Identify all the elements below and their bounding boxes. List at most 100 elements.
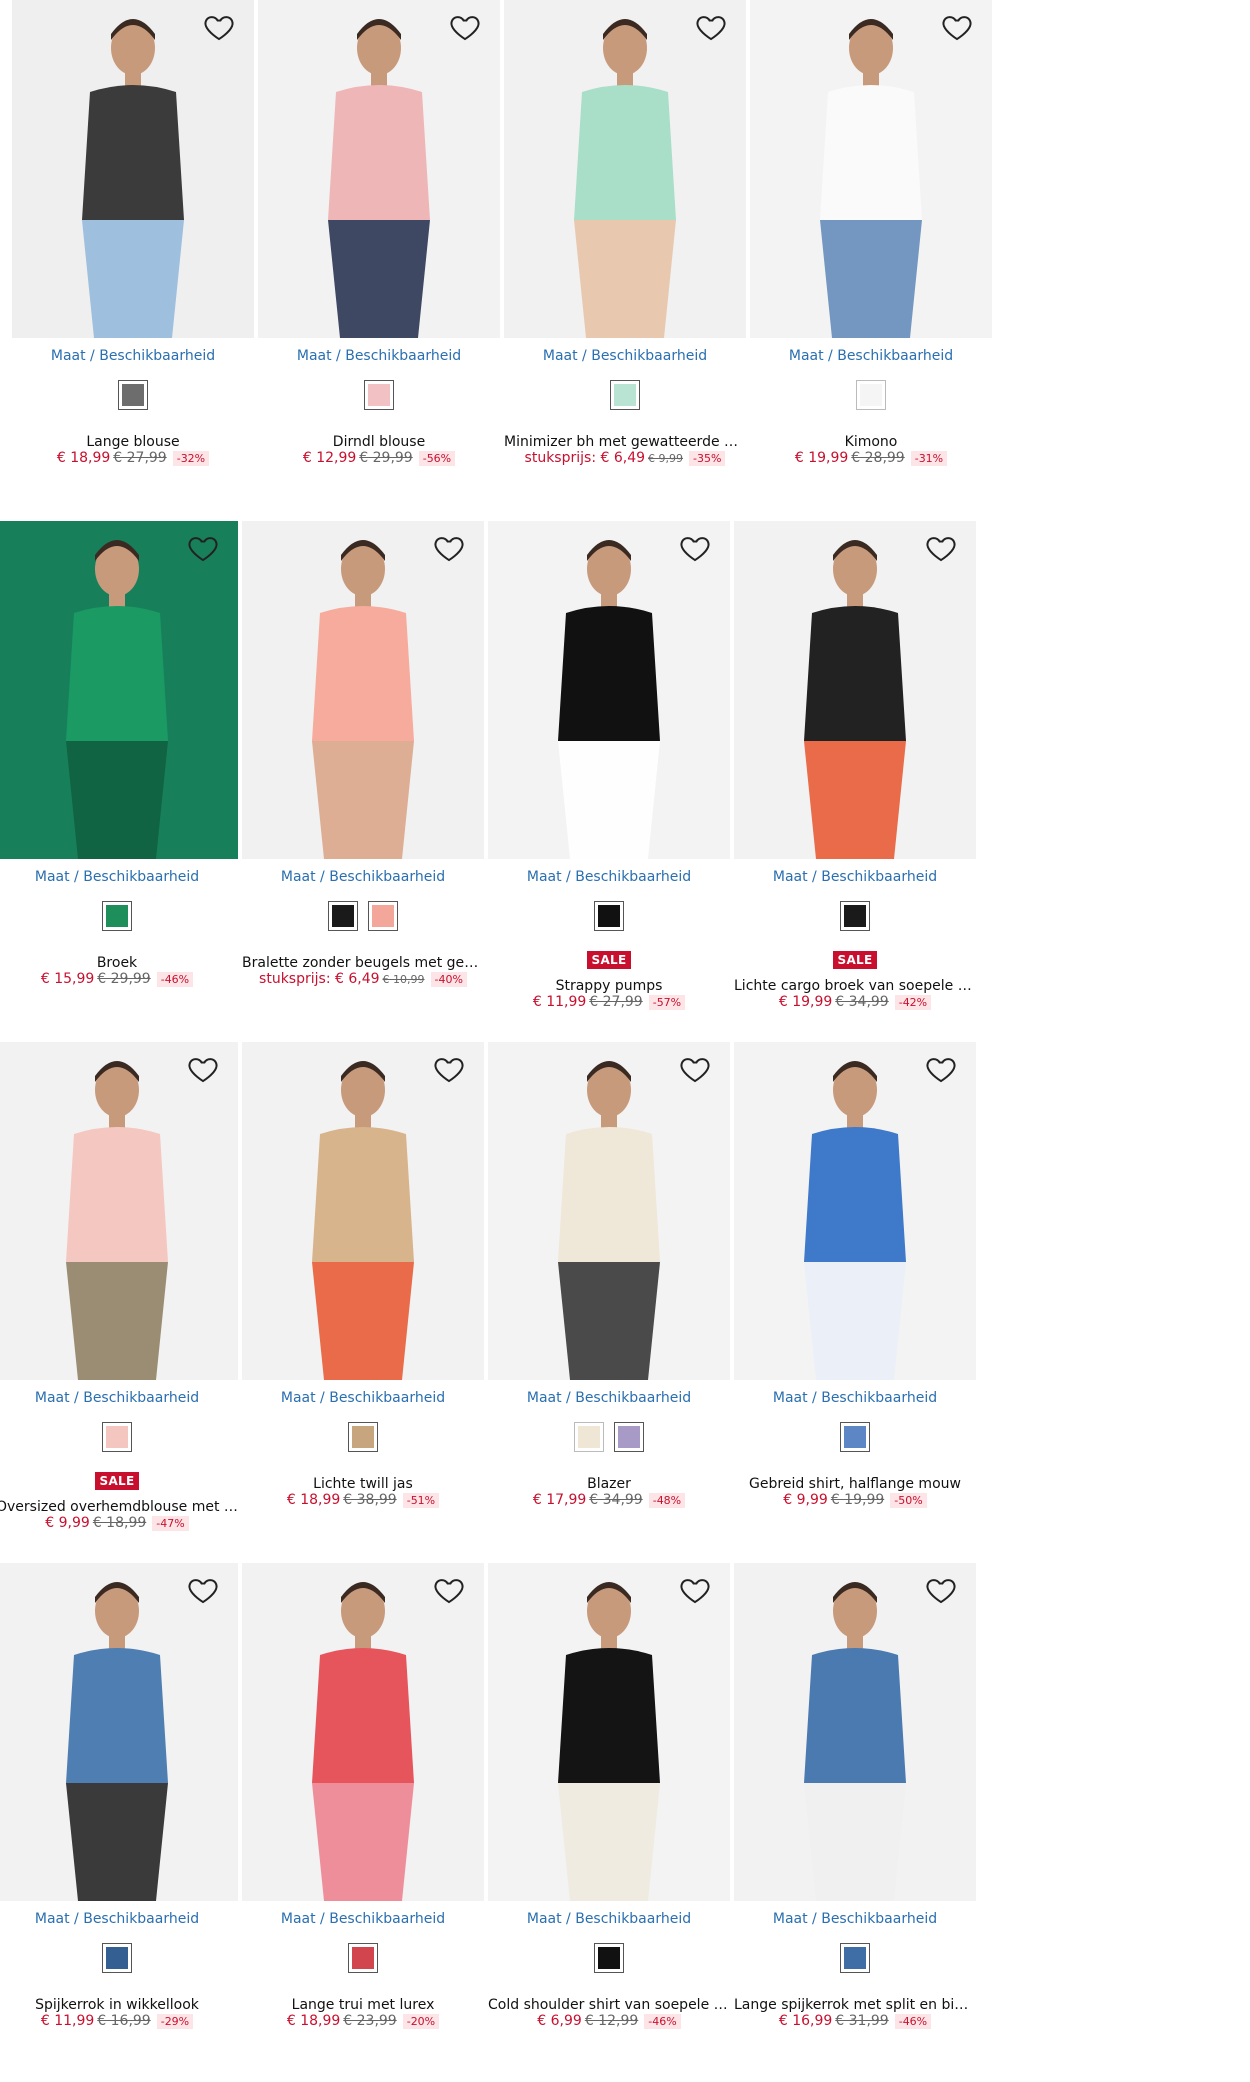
size-availability-link[interactable]: Maat / Beschikbaarheid xyxy=(504,348,746,364)
wishlist-heart-icon[interactable] xyxy=(678,1052,712,1086)
color-swatch[interactable] xyxy=(328,901,358,931)
product-image[interactable] xyxy=(488,1563,730,1901)
product-image[interactable] xyxy=(734,1042,976,1380)
color-swatch[interactable] xyxy=(348,1422,378,1452)
product-card[interactable]: Maat / Beschikbaarheid Broek € 15,99 € 29,9… xyxy=(0,521,238,1021)
product-name[interactable]: Strappy pumps xyxy=(488,978,730,994)
product-card[interactable]: Maat / Beschikbaarheid Cold shoulder shir… xyxy=(488,1563,730,2063)
product-name[interactable]: Dirndl blouse xyxy=(258,434,500,450)
product-name[interactable]: Blazer xyxy=(488,1476,730,1492)
product-card[interactable]: Maat / Beschikbaarheid Blazer € 17,99 € 34,… xyxy=(488,1042,730,1542)
product-name[interactable]: Lange spijkerrok met split en biolo... xyxy=(734,1997,976,2013)
color-swatch[interactable] xyxy=(610,380,640,410)
product-card[interactable]: Maat / Beschikbaarheid SALE Strappy pumps €… xyxy=(488,521,730,1021)
product-name[interactable]: Lange trui met lurex xyxy=(242,1997,484,2013)
product-name[interactable]: Bralette zonder beugels met gevul... xyxy=(242,955,484,971)
product-card[interactable]: Maat / Beschikbaarheid SALE Oversized over… xyxy=(0,1042,238,1542)
product-name[interactable]: Cold shoulder shirt van soepele visc... xyxy=(488,1997,730,2013)
wishlist-heart-icon[interactable] xyxy=(432,1573,466,1607)
wishlist-heart-icon[interactable] xyxy=(694,10,728,44)
product-image[interactable] xyxy=(0,1042,238,1380)
product-image[interactable] xyxy=(488,1042,730,1380)
product-name[interactable]: Lichte twill jas xyxy=(242,1476,484,1492)
product-card[interactable]: Maat / Beschikbaarheid Dirndl blouse € 12,… xyxy=(258,0,500,500)
size-availability-link[interactable]: Maat / Beschikbaarheid xyxy=(0,1911,238,1927)
color-swatch[interactable] xyxy=(364,380,394,410)
product-card[interactable]: Maat / Beschikbaarheid Lange trui met lur… xyxy=(242,1563,484,2063)
size-availability-link[interactable]: Maat / Beschikbaarheid xyxy=(242,1911,484,1927)
product-name[interactable]: Oversized overhemdblouse met kn... xyxy=(0,1499,238,1515)
color-swatch[interactable] xyxy=(574,1422,604,1452)
color-swatch[interactable] xyxy=(594,1943,624,1973)
product-image[interactable] xyxy=(258,0,500,338)
wishlist-heart-icon[interactable] xyxy=(924,531,958,565)
wishlist-heart-icon[interactable] xyxy=(924,1573,958,1607)
color-swatch[interactable] xyxy=(102,1422,132,1452)
color-swatch[interactable] xyxy=(840,1422,870,1452)
size-availability-link[interactable]: Maat / Beschikbaarheid xyxy=(488,869,730,885)
wishlist-heart-icon[interactable] xyxy=(186,1573,220,1607)
size-availability-link[interactable]: Maat / Beschikbaarheid xyxy=(734,1390,976,1406)
size-availability-link[interactable]: Maat / Beschikbaarheid xyxy=(734,1911,976,1927)
wishlist-heart-icon[interactable] xyxy=(186,1052,220,1086)
old-price: € 16,99 xyxy=(97,2013,151,2029)
size-availability-link[interactable]: Maat / Beschikbaarheid xyxy=(488,1390,730,1406)
product-name[interactable]: Lichte cargo broek van soepele Lyo... xyxy=(734,978,976,994)
product-image[interactable] xyxy=(504,0,746,338)
size-availability-link[interactable]: Maat / Beschikbaarheid xyxy=(488,1911,730,1927)
product-name[interactable]: Minimizer bh met gewatteerde ban... xyxy=(504,434,746,450)
product-name[interactable]: Gebreid shirt, halflange mouw xyxy=(734,1476,976,1492)
product-image[interactable] xyxy=(750,0,992,338)
color-swatch[interactable] xyxy=(614,1422,644,1452)
size-availability-link[interactable]: Maat / Beschikbaarheid xyxy=(750,348,992,364)
product-image[interactable] xyxy=(12,0,254,338)
color-swatch[interactable] xyxy=(348,1943,378,1973)
wishlist-heart-icon[interactable] xyxy=(940,10,974,44)
product-card[interactable]: Maat / Beschikbaarheid Gebreid shirt, hal… xyxy=(734,1042,976,1542)
size-availability-link[interactable]: Maat / Beschikbaarheid xyxy=(242,869,484,885)
color-swatch[interactable] xyxy=(118,380,148,410)
product-image[interactable] xyxy=(734,521,976,859)
color-swatch[interactable] xyxy=(840,1943,870,1973)
product-card[interactable]: Maat / Beschikbaarheid Bralette zonder be… xyxy=(242,521,484,1021)
wishlist-heart-icon[interactable] xyxy=(924,1052,958,1086)
size-availability-link[interactable]: Maat / Beschikbaarheid xyxy=(258,348,500,364)
product-card[interactable]: Maat / Beschikbaarheid Spijkerrok in wikk… xyxy=(0,1563,238,2063)
product-image[interactable] xyxy=(734,1563,976,1901)
size-availability-link[interactable]: Maat / Beschikbaarheid xyxy=(12,348,254,364)
color-swatch[interactable] xyxy=(594,901,624,931)
product-name[interactable]: Spijkerrok in wikkellook xyxy=(0,1997,238,2013)
product-image[interactable] xyxy=(242,1042,484,1380)
wishlist-heart-icon[interactable] xyxy=(186,531,220,565)
wishlist-heart-icon[interactable] xyxy=(678,1573,712,1607)
color-swatch[interactable] xyxy=(102,901,132,931)
size-availability-link[interactable]: Maat / Beschikbaarheid xyxy=(242,1390,484,1406)
wishlist-heart-icon[interactable] xyxy=(432,1052,466,1086)
product-card[interactable]: Maat / Beschikbaarheid Lange spijkerrok m… xyxy=(734,1563,976,2063)
color-swatch[interactable] xyxy=(856,380,886,410)
color-swatch[interactable] xyxy=(368,901,398,931)
product-image[interactable] xyxy=(0,521,238,859)
product-card[interactable]: Maat / Beschikbaarheid SALE Lichte cargo b… xyxy=(734,521,976,1021)
size-availability-link[interactable]: Maat / Beschikbaarheid xyxy=(0,1390,238,1406)
product-image[interactable] xyxy=(488,521,730,859)
current-price: € 9,99 xyxy=(783,1492,828,1508)
size-availability-link[interactable]: Maat / Beschikbaarheid xyxy=(0,869,238,885)
product-card[interactable]: Maat / Beschikbaarheid Minimizer bh met g… xyxy=(504,0,746,500)
product-card[interactable]: Maat / Beschikbaarheid Lichte twill jas € … xyxy=(242,1042,484,1542)
product-name[interactable]: Broek xyxy=(0,955,238,971)
product-card[interactable]: Maat / Beschikbaarheid Lange blouse € 18,9… xyxy=(12,0,254,500)
product-image[interactable] xyxy=(242,1563,484,1901)
product-card[interactable]: Maat / Beschikbaarheid Kimono € 19,99 € 28,… xyxy=(750,0,992,500)
wishlist-heart-icon[interactable] xyxy=(202,10,236,44)
product-image[interactable] xyxy=(242,521,484,859)
size-availability-link[interactable]: Maat / Beschikbaarheid xyxy=(734,869,976,885)
wishlist-heart-icon[interactable] xyxy=(448,10,482,44)
product-name[interactable]: Lange blouse xyxy=(12,434,254,450)
color-swatch[interactable] xyxy=(840,901,870,931)
product-name[interactable]: Kimono xyxy=(750,434,992,450)
wishlist-heart-icon[interactable] xyxy=(432,531,466,565)
product-image[interactable] xyxy=(0,1563,238,1901)
wishlist-heart-icon[interactable] xyxy=(678,531,712,565)
color-swatch[interactable] xyxy=(102,1943,132,1973)
